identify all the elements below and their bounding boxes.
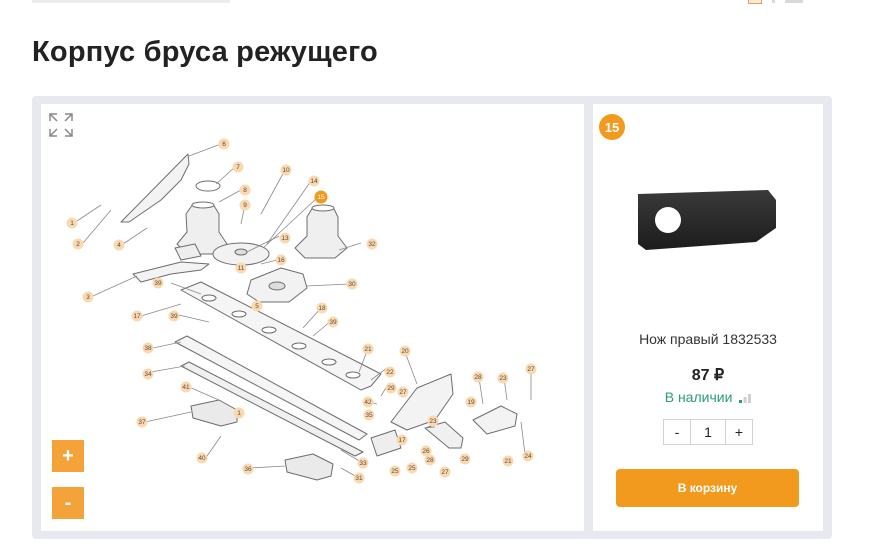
callout-label[interactable]: 28 [426,457,434,464]
callout-label[interactable]: 35 [365,412,373,419]
part-26-shape [370,429,402,457]
callout-label[interactable]: 40 [198,455,206,462]
increase-button[interactable]: + [726,420,752,444]
callout-label[interactable]: 8 [243,187,247,194]
callout-label[interactable]: 36 [244,466,252,473]
callout-label[interactable]: 15 [317,194,325,201]
top-divider [32,0,230,3]
callout-label[interactable]: 25 [391,468,399,475]
part-6-shape [120,153,190,223]
parts-diagram: 12346789101113141516530323917 39183938342… [66,138,537,484]
callout-label[interactable]: 5 [255,303,259,310]
stock-status: В наличии [593,389,823,405]
callout-label[interactable]: 17 [398,437,406,444]
dot-icon [772,0,775,3]
stock-level-icon [739,393,752,403]
callout-label[interactable]: 17 [133,313,141,320]
callout-label[interactable]: 29 [387,385,395,392]
quantity-stepper: - 1 + [663,419,753,445]
callout-label[interactable]: 30 [348,281,356,288]
add-to-cart-button[interactable]: В корзину [616,469,799,507]
page-title: Корпус бруса режущего [32,36,378,68]
callout-label[interactable]: 3 [86,294,90,301]
callout-label[interactable]: 27 [441,469,449,476]
callout-label[interactable]: 34 [144,371,152,378]
callout-markers: 12346789101113141516530323917 39183938342… [66,138,537,484]
stock-label: В наличии [664,389,733,405]
selected-callout-badge: 15 [599,114,625,140]
decrease-button[interactable]: - [664,420,690,444]
callout-label[interactable]: 38 [144,345,152,352]
part-36-shape [284,453,334,481]
callout-label[interactable]: 41 [182,384,190,391]
part-20-shape [390,373,454,431]
callout-label[interactable]: 28 [474,374,482,381]
callout-label[interactable]: 13 [281,235,289,242]
callout-label[interactable]: 18 [318,305,326,312]
quantity-input[interactable]: 1 [690,420,726,444]
callout-label[interactable]: 7 [236,164,240,171]
callout-label[interactable]: 29 [461,456,469,463]
callout-label[interactable]: 27 [527,366,535,373]
part-3-shape [132,261,210,283]
callout-label[interactable]: 21 [364,346,372,353]
callout-label[interactable]: 37 [138,419,146,426]
callout-label[interactable]: 31 [355,475,363,482]
part-21-shape [472,405,518,435]
menu-icon[interactable] [785,0,803,3]
part-37-shape [190,399,238,427]
callout-label[interactable]: 32 [368,241,376,248]
callout-label[interactable]: 1 [237,410,241,417]
callout-label[interactable]: 26 [422,448,430,455]
callout-label[interactable]: 9 [243,202,247,209]
zoom-out-button[interactable]: - [52,487,84,519]
product-price: 87 ₽ [691,367,725,384]
callout-label[interactable]: 19 [467,399,475,406]
part-7-shape [195,180,221,192]
callout-label[interactable]: 23 [429,418,437,425]
callout-label[interactable]: 42 [364,399,372,406]
callout-label[interactable]: 1 [70,220,74,227]
callout-label[interactable]: 21 [504,458,512,465]
callout-label[interactable]: 20 [401,348,409,355]
callout-label[interactable]: 4 [117,242,121,249]
callout-label[interactable]: 33 [359,460,367,467]
callout-label[interactable]: 23 [499,375,507,382]
zoom-in-button[interactable]: + [52,440,84,472]
fullscreen-icon[interactable] [47,111,75,139]
callout-label[interactable]: 14 [310,178,318,185]
callout-label[interactable]: 27 [399,389,407,396]
product-name: Нож правый 1832533 [639,331,777,347]
callout-label[interactable]: 16 [277,257,285,264]
top-icons [748,0,803,6]
callout-label[interactable]: 2 [76,241,80,248]
callout-label[interactable]: 10 [282,167,290,174]
callout-label[interactable]: 39 [170,313,178,320]
callout-label[interactable]: 24 [524,453,532,460]
callout-label[interactable]: 39 [329,319,337,326]
cart-icon[interactable] [748,0,762,4]
callout-label[interactable]: 25 [408,465,416,472]
callout-label[interactable]: 22 [386,369,394,376]
callout-label[interactable]: 11 [238,265,245,272]
callout-label[interactable]: 39 [154,280,162,287]
callout-label[interactable]: 6 [222,141,226,148]
product-panel [593,104,823,531]
product-image [638,190,776,250]
